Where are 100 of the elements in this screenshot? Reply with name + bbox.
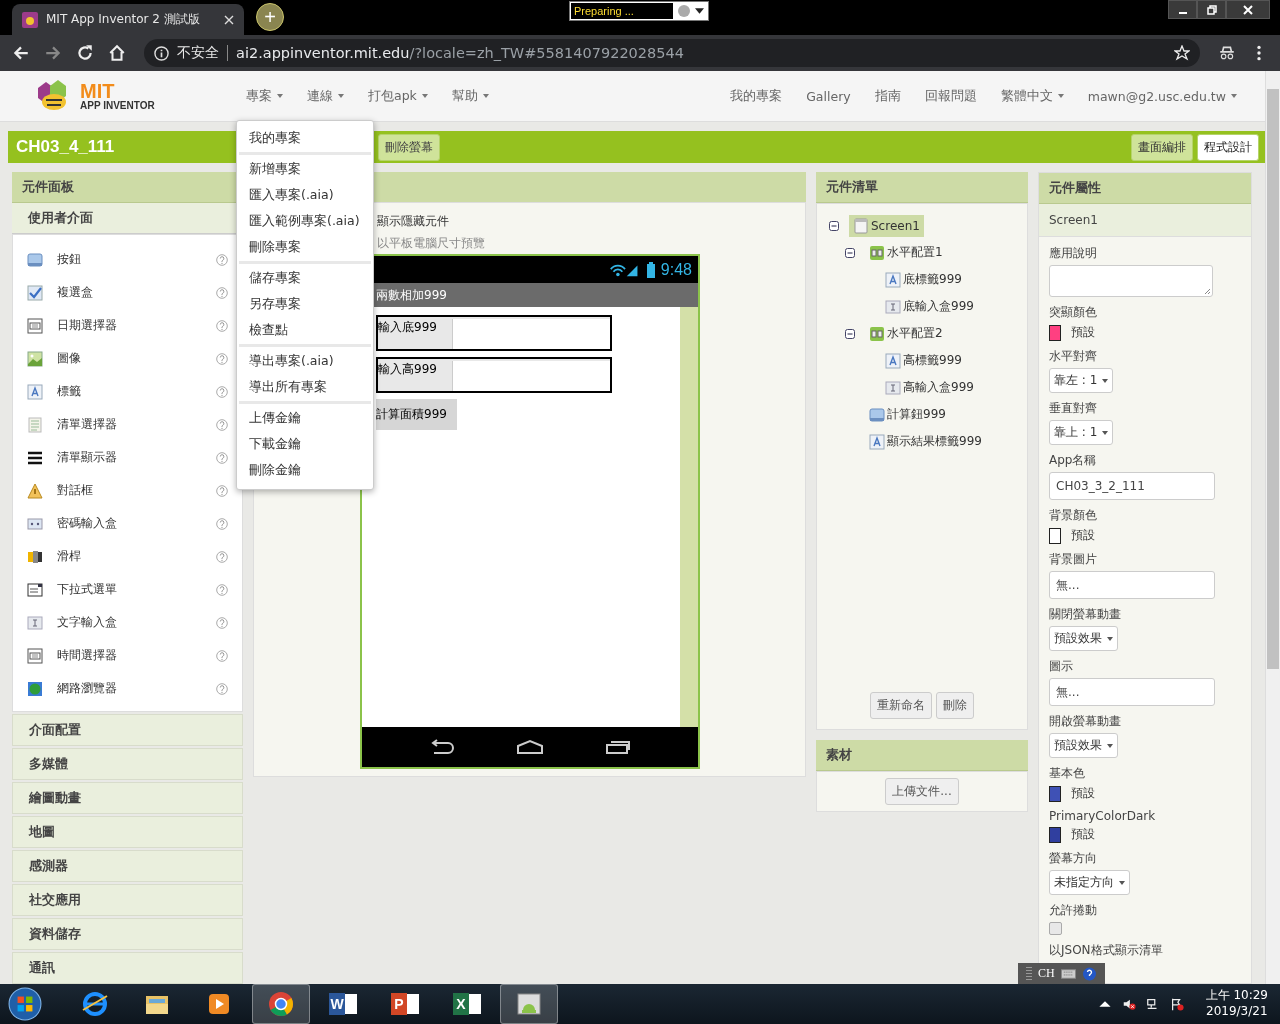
category-header[interactable]: 感測器	[12, 850, 243, 882]
minimize-button[interactable]	[1168, 0, 1197, 19]
tree-item[interactable]: 底標籤999	[881, 268, 966, 291]
category-header[interactable]: 地圖	[12, 816, 243, 848]
nav-link[interactable]: mawn@g2.usc.edu.tw	[1087, 87, 1237, 105]
palette-item[interactable]: 日期選擇器	[57, 317, 202, 334]
category-header[interactable]: 介面配置	[12, 714, 243, 746]
taskbar-app[interactable]	[500, 984, 558, 1024]
nav-link[interactable]: 指南	[874, 87, 901, 105]
text-field[interactable]: 無...	[1049, 571, 1215, 599]
palette-item[interactable]: 標籤	[57, 383, 202, 400]
collapse-icon[interactable]	[845, 328, 855, 339]
menu-item[interactable]: 連線	[307, 87, 344, 105]
menu-item[interactable]: 上傳金鑰	[237, 405, 373, 431]
collapse-icon[interactable]	[829, 220, 839, 231]
color-value[interactable]: 預設	[1071, 785, 1095, 802]
dropdown[interactable]: 預設效果	[1049, 626, 1118, 651]
nav-link[interactable]: 繁體中文	[1000, 87, 1064, 105]
option-label[interactable]: 顯示隱藏元件	[377, 213, 449, 230]
panel-button[interactable]: 刪除	[936, 692, 974, 719]
color-value[interactable]: 預設	[1071, 826, 1095, 843]
reload-icon[interactable]	[76, 44, 94, 62]
incognito-icon[interactable]	[1218, 44, 1236, 62]
flag-icon[interactable]	[1169, 997, 1184, 1011]
panel-button[interactable]: 重新命名	[870, 692, 932, 719]
help-icon[interactable]	[1081, 966, 1097, 981]
menu-item[interactable]: 儲存專案	[237, 265, 373, 291]
color-value[interactable]: 預設	[1071, 527, 1095, 544]
caret-icon[interactable]	[695, 8, 704, 14]
tree-item[interactable]: 計算鈕999	[865, 403, 950, 426]
resize-grip-icon[interactable]	[1203, 287, 1211, 295]
scrollbar[interactable]	[1265, 71, 1280, 984]
network-icon[interactable]	[1145, 997, 1160, 1011]
category-header[interactable]: 資料儲存	[12, 918, 243, 950]
menu-item[interactable]: 另存專案	[237, 291, 373, 317]
tree-item[interactable]: 水平配置2	[865, 322, 947, 345]
palette-item[interactable]: 對話框	[57, 482, 202, 499]
clock[interactable]: 上午 10:29 2019/3/21	[1205, 988, 1268, 1020]
palette-item[interactable]: 清單選擇器	[57, 416, 202, 433]
palette-item[interactable]: 滑桿	[57, 548, 202, 565]
nav-link[interactable]: 我的專案	[730, 87, 783, 105]
home-icon[interactable]	[516, 739, 544, 755]
upload-button[interactable]: 上傳文件...	[885, 778, 959, 805]
palette-item[interactable]: 圖像	[57, 350, 202, 367]
calculate-button[interactable]: 計算面積999	[376, 399, 457, 430]
text-field[interactable]: CH03_3_2_111	[1049, 472, 1215, 500]
mode-button[interactable]: 程式設計	[1197, 133, 1259, 161]
checkbox[interactable]	[1049, 922, 1062, 935]
menu-item[interactable]: 專案	[246, 87, 283, 105]
menu-item[interactable]: 幫助	[451, 87, 489, 105]
color-value[interactable]: 預設	[1071, 324, 1095, 341]
language-indicator[interactable]: CH	[1038, 966, 1055, 981]
address-field[interactable]: 不安全 ai2.appinventor.mit.edu/?locale=zh_TW#5581407922028544	[144, 39, 1200, 67]
option-label[interactable]: 以平板電腦尺寸預覽	[377, 235, 485, 252]
taskbar-app[interactable]: W	[314, 984, 372, 1024]
dropdown[interactable]: 靠左 : 1	[1049, 368, 1114, 393]
menu-item[interactable]: 下載金鑰	[237, 431, 373, 457]
taskbar-app[interactable]: X	[438, 984, 496, 1024]
collapse-icon[interactable]	[845, 247, 855, 258]
menu-item[interactable]: 導出所有專案	[237, 374, 373, 400]
dropdown[interactable]: 靠上 : 1	[1049, 420, 1114, 445]
tree-item[interactable]: 高輸入盒999	[881, 376, 978, 399]
forward-icon[interactable]	[44, 44, 62, 62]
close-icon[interactable]	[224, 14, 234, 25]
category-header[interactable]: 通訊	[12, 952, 243, 984]
category-header[interactable]: 社交應用	[12, 884, 243, 916]
delete-screen-button[interactable]: 刪除螢幕	[378, 133, 440, 161]
palette-item[interactable]: 按鈕	[57, 251, 202, 268]
keyboard-icon[interactable]	[1060, 966, 1076, 981]
mode-button[interactable]: 畫面編排	[1131, 133, 1193, 161]
text-field[interactable]: 無...	[1049, 678, 1215, 706]
nav-link[interactable]: 回報問題	[924, 87, 977, 105]
nav-link[interactable]: Gallery	[806, 87, 851, 105]
color-swatch[interactable]	[1049, 527, 1061, 544]
color-swatch[interactable]	[1049, 826, 1061, 843]
input-field[interactable]	[452, 319, 610, 349]
restore-button[interactable]	[1197, 0, 1226, 19]
tree-item[interactable]: 高標籤999	[881, 349, 966, 372]
start-button[interactable]	[8, 987, 42, 1021]
palette-item[interactable]: 密碼輸入盒	[57, 515, 202, 532]
palette-item[interactable]: 複選盒	[57, 284, 202, 301]
palette-item[interactable]: 時間選擇器	[57, 647, 202, 664]
menu-item[interactable]: 刪除專案	[237, 234, 373, 260]
menu-item[interactable]: 打包apk	[368, 87, 428, 105]
palette-item[interactable]: 清單顯示器	[57, 449, 202, 466]
recent-apps-icon[interactable]	[604, 739, 632, 755]
browser-tab[interactable]: MIT App Inventor 2 測試版	[12, 4, 244, 35]
back-icon[interactable]	[12, 44, 30, 62]
palette-item[interactable]: 網路瀏覽器	[57, 680, 202, 697]
star-icon[interactable]	[1174, 45, 1190, 61]
palette-item[interactable]: 下拉式選單	[57, 581, 202, 598]
tree-item[interactable]: 水平配置1	[865, 241, 947, 264]
menu-item[interactable]: 刪除金鑰	[237, 457, 373, 483]
new-tab-button[interactable]: +	[256, 3, 284, 31]
dropdown[interactable]: 預設效果	[1049, 733, 1118, 758]
category-header[interactable]: 多媒體	[12, 748, 243, 780]
palette-item[interactable]: 文字輸入盒	[57, 614, 202, 631]
speaker-muted-icon[interactable]	[1121, 997, 1136, 1011]
menu-item[interactable]: 檢查點	[237, 317, 373, 343]
taskbar-app[interactable]	[252, 984, 310, 1024]
